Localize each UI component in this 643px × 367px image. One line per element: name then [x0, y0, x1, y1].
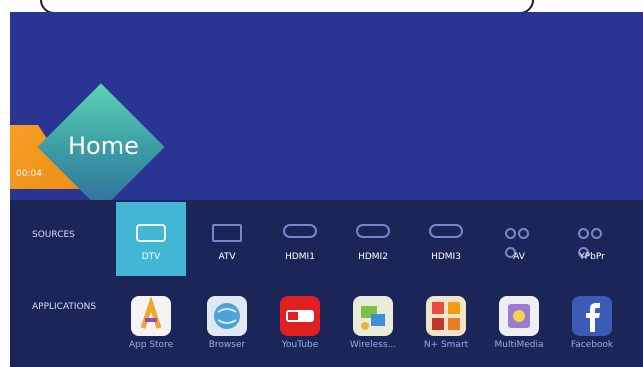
source-dtv[interactable]: DTV [116, 202, 186, 276]
clock-time: 00:04 [16, 169, 42, 179]
app-multimedia[interactable]: MultiMedia [484, 294, 554, 364]
tv-icon [212, 224, 242, 242]
source-label: ATV [218, 252, 236, 262]
source-label: AV [513, 252, 525, 262]
app-label: N+ Smart [423, 340, 469, 350]
source-av[interactable]: AV [484, 202, 554, 276]
ypbpr-icon [577, 224, 607, 258]
source-label: YPbPr [579, 252, 605, 262]
app-label: App Store [128, 340, 174, 350]
source-hdmi1[interactable]: HDMI1 [265, 202, 335, 276]
source-label: HDMI3 [431, 252, 461, 262]
dtv-icon [136, 224, 166, 242]
youtube-icon [280, 296, 320, 336]
app-browser[interactable]: Browser [192, 294, 262, 364]
app-app-store[interactable]: App Store [116, 294, 186, 364]
sources-row-label: SOURCES [32, 230, 75, 240]
app-label: Browser [208, 340, 246, 350]
app-label: MultiMedia [494, 340, 544, 350]
app-label: Wireless... [349, 340, 397, 350]
source-hdmi3[interactable]: HDMI3 [411, 202, 481, 276]
app-facebook[interactable]: Facebook [557, 294, 627, 364]
applications-row-label: APPLICATIONS [32, 302, 97, 312]
app-label: Facebook [570, 340, 614, 350]
hdmi-icon [429, 224, 463, 238]
app-store-icon [131, 296, 171, 336]
hdmi-icon [356, 224, 390, 238]
app-label: YouTube [281, 340, 319, 350]
multimedia-icon [499, 296, 539, 336]
source-hdmi2[interactable]: HDMI2 [338, 202, 408, 276]
source-atv[interactable]: ATV [192, 202, 262, 276]
app-youtube[interactable]: YouTube [265, 294, 335, 364]
tv-home-screen: 00:04 Home SOURCES DTV ATV HDMI1 HDMI2 H… [10, 12, 643, 367]
source-label: DTV [141, 252, 161, 262]
browser-icon [207, 296, 247, 336]
page-title: Home [68, 132, 139, 160]
hdmi-icon [283, 224, 317, 238]
av-icon [504, 224, 534, 258]
wireless-icon [353, 296, 393, 336]
source-ypbpr[interactable]: YPbPr [557, 202, 627, 276]
source-label: HDMI1 [285, 252, 315, 262]
source-label: HDMI2 [358, 252, 388, 262]
n-smart-icon [426, 296, 466, 336]
app-wireless[interactable]: Wireless... [338, 294, 408, 364]
app-n-smart[interactable]: N+ Smart [411, 294, 481, 364]
facebook-icon [572, 296, 612, 336]
